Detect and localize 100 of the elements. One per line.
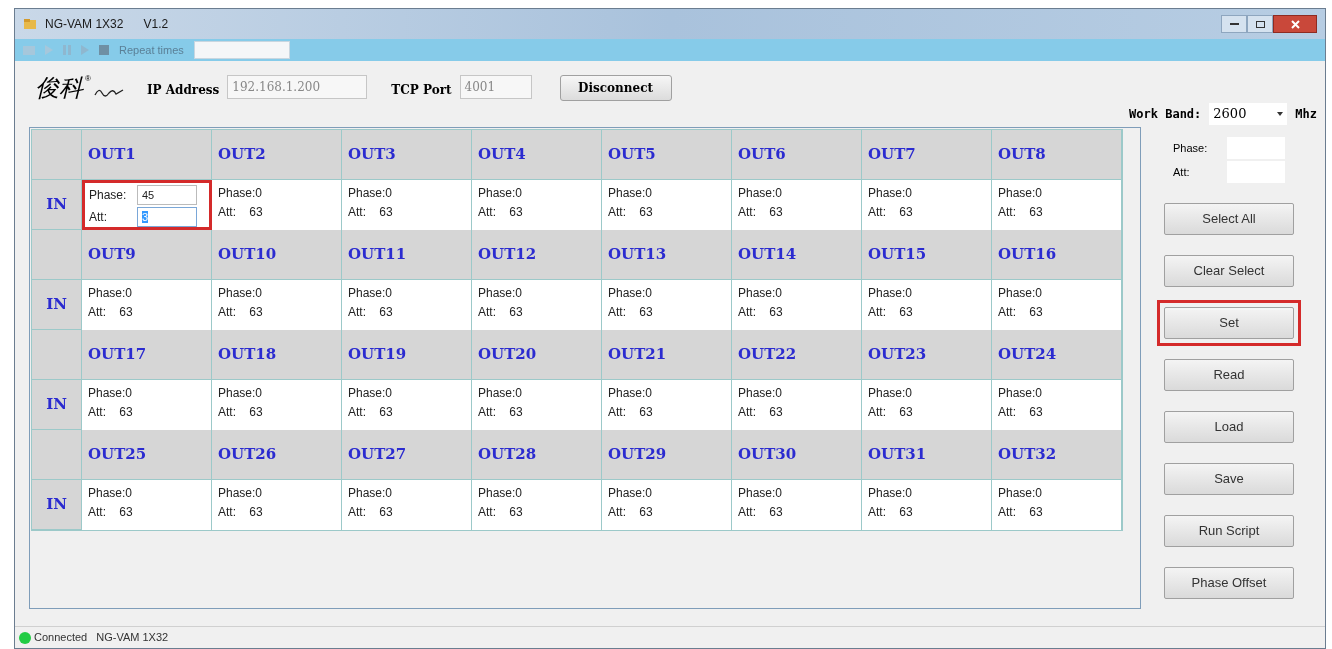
action-button[interactable]: Clear Select <box>1164 255 1294 287</box>
att-text: Att: 63 <box>738 304 784 321</box>
stop-icon[interactable] <box>99 45 109 55</box>
att-text: Att: 63 <box>218 404 264 421</box>
output-cell[interactable]: Phase:0 Att: 63 <box>472 180 602 230</box>
output-cell[interactable]: Phase:0 Att: 63 <box>732 380 862 430</box>
repeat-times-label: Repeat times <box>119 42 184 58</box>
phase-text: Phase:0 <box>608 285 654 302</box>
output-cell[interactable]: Phase:0 Att: 63 <box>862 280 992 330</box>
att-text: Att: 63 <box>478 504 524 521</box>
att-text: Att: 63 <box>608 304 654 321</box>
repeat-times-input[interactable] <box>193 41 290 59</box>
output-header: OUT10 <box>218 244 277 266</box>
output-cell[interactable]: Phase:0 Att: 63 <box>82 380 212 430</box>
att-label: Att: <box>89 209 108 226</box>
att-text: Att: 63 <box>88 304 134 321</box>
att-text: Att: 63 <box>348 504 394 521</box>
action-button[interactable]: Select All <box>1164 203 1294 235</box>
output-header: OUT22 <box>738 344 797 366</box>
output-cell[interactable]: Phase: 45 Att: 3 <box>82 180 212 230</box>
phase-text: Phase:0 <box>998 485 1044 502</box>
action-button[interactable]: Run Script <box>1164 515 1294 547</box>
step-icon[interactable] <box>45 45 53 55</box>
pause-icon[interactable] <box>63 45 71 55</box>
output-cell[interactable]: Phase:0 Att: 63 <box>732 180 862 230</box>
output-cell[interactable]: Phase:0 Att: 63 <box>342 280 472 330</box>
play-icon[interactable] <box>81 45 89 55</box>
att-text: Att: 63 <box>608 504 654 521</box>
output-header: OUT16 <box>998 244 1057 266</box>
phase-text: Phase:0 <box>218 385 264 402</box>
phase-text: Phase:0 <box>738 285 784 302</box>
output-header: OUT13 <box>608 244 667 266</box>
output-cell[interactable]: Phase:0 Att: 63 <box>212 480 342 530</box>
action-button[interactable]: Load <box>1164 411 1294 443</box>
att-text: Att: 63 <box>218 504 264 521</box>
output-header: OUT12 <box>478 244 537 266</box>
work-band-dropdown[interactable]: 2600 <box>1209 103 1288 125</box>
input-label: IN <box>46 494 67 516</box>
output-cell[interactable]: Phase:0 Att: 63 <box>992 280 1122 330</box>
output-cell[interactable]: Phase:0 Att: 63 <box>212 180 342 230</box>
output-header: OUT6 <box>738 144 786 166</box>
phase-text: Phase:0 <box>348 385 394 402</box>
minimize-button[interactable] <box>1221 15 1247 33</box>
output-cell[interactable]: Phase:0 Att: 63 <box>992 180 1122 230</box>
phase-text: Phase:0 <box>998 385 1044 402</box>
output-cell[interactable]: Phase:0 Att: 63 <box>472 380 602 430</box>
att-text: Att: 63 <box>738 204 784 221</box>
output-cell[interactable]: Phase:0 Att: 63 <box>342 180 472 230</box>
att-text: Att: 63 <box>998 304 1044 321</box>
output-cell[interactable]: Phase:0 Att: 63 <box>212 280 342 330</box>
output-cell[interactable]: Phase:0 Att: 63 <box>992 480 1122 530</box>
output-cell[interactable]: Phase:0 Att: 63 <box>342 480 472 530</box>
output-cell[interactable]: Phase:0 Att: 63 <box>602 180 732 230</box>
output-cell[interactable]: Phase:0 Att: 63 <box>732 480 862 530</box>
output-cell[interactable]: Phase:0 Att: 63 <box>342 380 472 430</box>
open-icon[interactable] <box>23 45 35 55</box>
output-cell[interactable]: Phase:0 Att: 63 <box>602 280 732 330</box>
work-band-label: Work Band: <box>1129 106 1202 123</box>
output-cell[interactable]: Phase:0 Att: 63 <box>992 380 1122 430</box>
tcp-port-label: TCP Port <box>391 82 452 99</box>
ip-address-label: IP Address <box>146 82 220 99</box>
output-header: OUT24 <box>998 344 1057 366</box>
output-header: OUT23 <box>868 344 927 366</box>
output-cell[interactable]: Phase:0 Att: 63 <box>602 480 732 530</box>
output-cell[interactable]: Phase:0 Att: 63 <box>862 380 992 430</box>
att-text: Att: 63 <box>868 304 914 321</box>
output-header: OUT1 <box>88 144 136 166</box>
output-cell[interactable]: Phase:0 Att: 63 <box>472 280 602 330</box>
phase-text: Phase:0 <box>738 185 784 202</box>
action-button[interactable]: Save <box>1164 463 1294 495</box>
phase-input[interactable]: 45 <box>137 185 197 205</box>
output-header: OUT17 <box>88 344 147 366</box>
output-cell[interactable]: Phase:0 Att: 63 <box>732 280 862 330</box>
output-cell[interactable]: Phase:0 Att: 63 <box>862 480 992 530</box>
action-button[interactable]: Set <box>1164 307 1294 339</box>
phase-text: Phase:0 <box>88 485 134 502</box>
output-cell[interactable]: Phase:0 Att: 63 <box>212 380 342 430</box>
phase-text: Phase:0 <box>348 185 394 202</box>
phase-text: Phase:0 <box>348 285 394 302</box>
att-label: Att: <box>1173 164 1190 180</box>
output-cell[interactable]: Phase:0 Att: 63 <box>472 480 602 530</box>
action-button[interactable]: Phase Offset <box>1164 567 1294 599</box>
output-cell[interactable]: Phase:0 Att: 63 <box>862 180 992 230</box>
output-header: OUT2 <box>218 144 266 166</box>
att-text: Att: 63 <box>478 204 524 221</box>
phase-text: Phase:0 <box>868 285 914 302</box>
app-icon <box>23 18 37 30</box>
action-button[interactable]: Read <box>1164 359 1294 391</box>
disconnect-button[interactable]: Disconnect <box>559 75 672 101</box>
output-header: OUT27 <box>348 444 407 466</box>
output-header: OUT14 <box>738 244 797 266</box>
close-button[interactable] <box>1273 15 1317 33</box>
phase-text: Phase:0 <box>218 285 264 302</box>
output-header: OUT3 <box>348 144 396 166</box>
phase-label: Phase: <box>89 187 128 204</box>
output-cell[interactable]: Phase:0 Att: 63 <box>82 280 212 330</box>
output-cell[interactable]: Phase:0 Att: 63 <box>602 380 732 430</box>
output-header: OUT19 <box>348 344 407 366</box>
output-cell[interactable]: Phase:0 Att: 63 <box>82 480 212 530</box>
maximize-button[interactable] <box>1247 15 1273 33</box>
